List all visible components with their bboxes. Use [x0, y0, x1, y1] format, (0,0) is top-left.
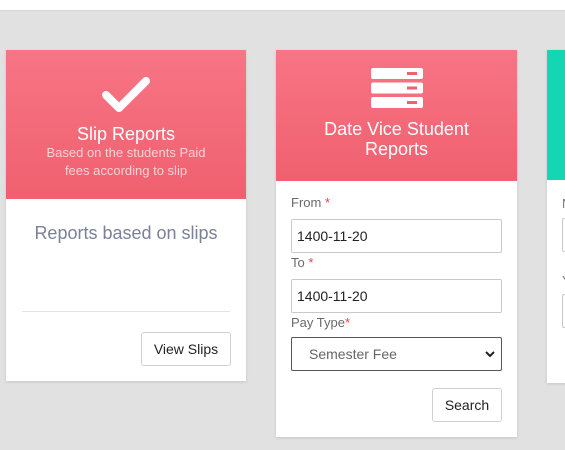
pay-type-select[interactable]: Semester Fee	[291, 337, 502, 371]
search-button[interactable]: Search	[432, 388, 502, 422]
check-icon	[102, 77, 150, 112]
view-slips-button[interactable]: View Slips	[141, 332, 231, 366]
required-marker: *	[344, 315, 351, 330]
to-date-input[interactable]	[291, 279, 502, 313]
slip-reports-card: Slip Reports Based on the students Paid …	[6, 50, 246, 381]
top-bar	[0, 0, 565, 11]
card-subtitle: Based on the students Paid fees accordin…	[46, 145, 206, 178]
pay-type-selected: Semester Fee	[309, 346, 397, 362]
date-report-form: From * To * Pay Type* Semester Fee	[276, 181, 517, 371]
required-marker: *	[308, 255, 314, 270]
card-title: Date Vice Student Reports	[324, 119, 469, 159]
to-label: To *	[291, 255, 314, 270]
from-label: From *	[291, 195, 331, 210]
divider	[22, 311, 230, 312]
card-title: Slip Reports	[76, 124, 176, 144]
card-header	[547, 50, 565, 180]
required-marker: *	[324, 195, 331, 210]
card-header: Date Vice Student Reports	[276, 50, 517, 181]
card-body-text: Reports based on slips	[34, 223, 218, 243]
pay-type-label: Pay Type*	[291, 315, 351, 330]
chevron-down-icon	[485, 351, 495, 358]
date-vice-reports-card: Date Vice Student Reports From * To * Pa…	[276, 50, 517, 437]
card-header: Slip Reports Based on the students Paid …	[6, 50, 246, 199]
server-icon	[370, 68, 423, 108]
third-report-card: N Y	[547, 50, 565, 383]
from-date-input[interactable]	[291, 219, 502, 253]
